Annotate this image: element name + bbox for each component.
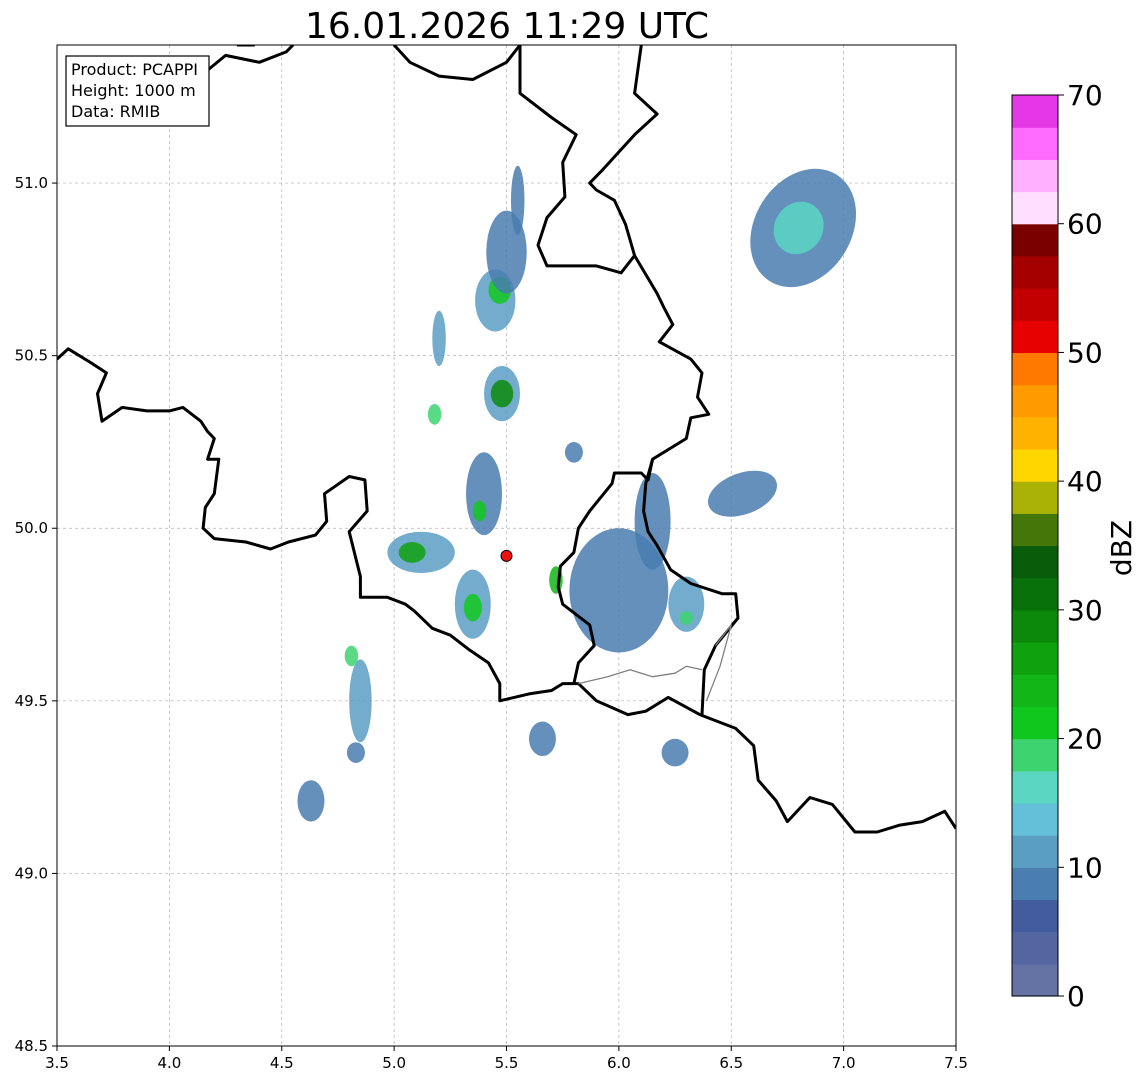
radar-echo (427, 403, 442, 425)
x-tick-label: 5.5 (495, 1054, 519, 1072)
info-product: Product: PCAPPI (71, 60, 198, 79)
colorbar-label: dBZ (1105, 520, 1138, 576)
radar-echo (432, 310, 446, 367)
colorbar-segment (1012, 448, 1058, 482)
colorbar: 0 10 20 30 40 50 60 70 dBZ (1011, 79, 1138, 1013)
colorbar-segment (1012, 738, 1058, 772)
colorbar-segment (1012, 513, 1058, 547)
colorbar-segment (1012, 255, 1058, 289)
x-tick-label: 4.0 (157, 1054, 181, 1072)
colorbar-tick-label: 70 (1067, 79, 1103, 112)
x-tick-label: 6.5 (719, 1054, 743, 1072)
radar-echo (472, 500, 487, 522)
colorbar-segment (1012, 706, 1058, 740)
radar-echo (344, 645, 359, 667)
colorbar-tick-label: 60 (1067, 208, 1103, 241)
colorbar-segment (1012, 642, 1058, 675)
radar-echo (679, 611, 694, 625)
colorbar-segment (1012, 867, 1058, 901)
y-tick-label: 49.5 (15, 692, 48, 710)
info-data-source: Data: RMIB (71, 102, 160, 121)
x-tick-label: 4.5 (270, 1054, 294, 1072)
colorbar-segment (1012, 288, 1058, 321)
x-tick-label: 7.5 (944, 1054, 968, 1072)
colorbar-tick-label: 10 (1067, 851, 1103, 884)
colorbar-segment (1012, 674, 1058, 707)
colorbar-tick-label: 20 (1067, 723, 1103, 756)
x-tick-label: 7.0 (832, 1054, 856, 1072)
colorbar-segment (1012, 609, 1058, 643)
radar-echo (661, 738, 689, 767)
x-tick-label: 3.5 (45, 1054, 69, 1072)
colorbar-tick-label: 40 (1067, 465, 1103, 498)
radar-site-marker (500, 549, 513, 562)
colorbar-segment (1012, 352, 1058, 386)
y-tick-label: 51.0 (15, 174, 48, 192)
radar-echo (528, 721, 556, 757)
colorbar-segment (1012, 835, 1058, 868)
radar-echo (297, 780, 325, 822)
y-tick-label: 49.0 (15, 864, 48, 882)
radar-echo (346, 742, 365, 763)
radar-echo (463, 593, 482, 622)
x-axis-ticks: 3.5 4.0 4.5 5.0 5.5 6.0 6.5 7.0 7.5 (45, 1046, 968, 1072)
colorbar-segment (1012, 931, 1058, 965)
colorbar-segment (1012, 963, 1058, 997)
y-axis-ticks: 48.5 49.0 49.5 50.0 50.5 51.0 (15, 174, 57, 1055)
colorbar-tick-label: 30 (1067, 594, 1103, 627)
colorbar-segment (1012, 545, 1058, 579)
colorbar-segments (1012, 95, 1058, 997)
radar-echo (510, 165, 525, 235)
figure-title: 16.01.2026 11:29 UTC (305, 6, 709, 47)
colorbar-segment (1012, 899, 1058, 933)
colorbar-segment (1012, 320, 1058, 354)
radar-echo (466, 452, 503, 536)
colorbar-ticks: 0 10 20 30 40 50 60 70 (1058, 79, 1103, 1013)
colorbar-segment (1012, 127, 1058, 160)
radar-site-layer (500, 549, 513, 562)
x-tick-label: 5.0 (382, 1054, 406, 1072)
colorbar-segment (1012, 191, 1058, 225)
x-tick-label: 6.0 (607, 1054, 631, 1072)
info-box: Product: PCAPPI Height: 1000 m Data: RMI… (65, 55, 210, 127)
colorbar-segment (1012, 223, 1058, 257)
colorbar-segment (1012, 95, 1058, 128)
colorbar-segment (1012, 416, 1058, 450)
radar-echo (349, 659, 372, 743)
y-tick-label: 50.0 (15, 519, 48, 537)
radar-echo (634, 473, 671, 570)
colorbar-tick-label: 0 (1067, 980, 1085, 1013)
colorbar-segment (1012, 159, 1058, 193)
colorbar-segment (1012, 577, 1058, 611)
info-height: Height: 1000 m (71, 81, 196, 100)
radar-echo (490, 379, 514, 408)
colorbar-segment (1012, 384, 1058, 418)
y-tick-label: 48.5 (15, 1037, 48, 1055)
colorbar-tick-label: 50 (1067, 336, 1103, 369)
radar-echo (564, 441, 583, 463)
colorbar-segment (1012, 770, 1058, 804)
map-axes: 3.5 4.0 4.5 5.0 5.5 6.0 6.5 7.0 7.5 48.5 49.0 49.5… (15, 44, 968, 1072)
radar-echo (398, 542, 426, 563)
y-tick-label: 50.5 (15, 347, 48, 365)
colorbar-segment (1012, 802, 1058, 836)
colorbar-segment (1012, 481, 1058, 514)
radar-map-figure: 16.01.2026 11:29 UTC 3.5 4.0 4.5 5.0 5.5 6.0 6… (15, 6, 1138, 1072)
